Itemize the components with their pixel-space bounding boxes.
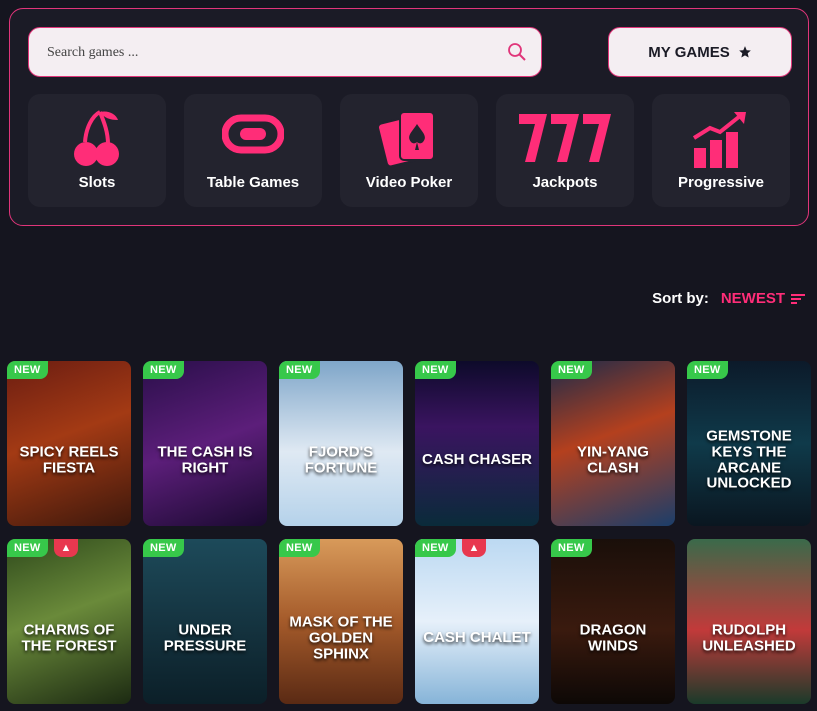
game-title: MASK OF THE GOLDEN SPHINX bbox=[289, 613, 393, 662]
game-tile[interactable]: CASH CHASER NEW bbox=[415, 361, 539, 526]
playing-cards-icon bbox=[378, 111, 435, 168]
game-title: CASH CHASER bbox=[421, 451, 532, 469]
game-tile[interactable]: THE CASH IS RIGHT NEW bbox=[143, 361, 267, 526]
category-label: Video Poker bbox=[365, 174, 453, 191]
game-title: CHARMS OF THE FOREST bbox=[21, 621, 117, 654]
sevens-icon bbox=[519, 114, 611, 162]
game-thumbnail bbox=[415, 539, 539, 704]
flame-icon: ▲ bbox=[54, 539, 78, 557]
category-table-games[interactable]: Table Games bbox=[184, 94, 322, 207]
search-icon[interactable] bbox=[507, 42, 527, 62]
category-video-poker[interactable]: Video Poker bbox=[340, 94, 478, 207]
game-tile[interactable]: YIN-YANG CLASH NEW bbox=[551, 361, 675, 526]
rising-bars-icon bbox=[692, 112, 746, 168]
new-badge: NEW bbox=[143, 361, 184, 379]
game-title: SPICY REELS FIESTA bbox=[19, 443, 119, 476]
sort-value: NEWEST bbox=[720, 290, 785, 307]
search-input[interactable] bbox=[47, 41, 487, 65]
game-title: DRAGON WINDS bbox=[579, 621, 647, 654]
search-box bbox=[28, 27, 542, 77]
game-tile[interactable]: SPICY REELS FIESTA NEW bbox=[7, 361, 131, 526]
table-icon bbox=[222, 114, 284, 154]
my-games-button[interactable]: MY GAMES bbox=[608, 27, 792, 77]
sort-dropdown[interactable]: NEWEST bbox=[721, 290, 805, 307]
game-tile[interactable]: UNDER PRESSURE NEW bbox=[143, 539, 267, 704]
game-title: CASH CHALET bbox=[423, 629, 531, 647]
game-tile[interactable]: RUDOLPH UNLEASHED bbox=[687, 539, 811, 704]
my-games-label: MY GAMES bbox=[648, 43, 730, 61]
category-label: Jackpots bbox=[532, 174, 598, 191]
sort-label: Sort by: bbox=[652, 290, 709, 307]
game-title: UNDER PRESSURE bbox=[163, 621, 247, 654]
sort-control: Sort by: NEWEST bbox=[652, 290, 805, 307]
game-title: THE CASH IS RIGHT bbox=[157, 443, 253, 476]
game-title: YIN-YANG CLASH bbox=[577, 443, 649, 476]
game-title: RUDOLPH UNLEASHED bbox=[702, 621, 796, 654]
new-badge: NEW bbox=[551, 361, 592, 379]
new-badge: NEW bbox=[687, 361, 728, 379]
new-badge: NEW bbox=[279, 539, 320, 557]
flame-icon: ▲ bbox=[462, 539, 486, 557]
game-thumbnail bbox=[415, 361, 539, 526]
category-jackpots[interactable]: Jackpots bbox=[496, 94, 634, 207]
category-label: Slots bbox=[78, 174, 116, 191]
game-tile[interactable]: CHARMS OF THE FOREST NEW ▲ bbox=[7, 539, 131, 704]
game-title: GEMSTONE KEYS THE ARCANE UNLOCKED bbox=[706, 427, 792, 492]
star-icon bbox=[738, 46, 751, 58]
category-slots[interactable]: Slots bbox=[28, 94, 166, 207]
game-tile[interactable]: GEMSTONE KEYS THE ARCANE UNLOCKED NEW bbox=[687, 361, 811, 526]
new-badge: NEW bbox=[279, 361, 320, 379]
game-tile[interactable]: MASK OF THE GOLDEN SPHINX NEW bbox=[279, 539, 403, 704]
cherries-icon bbox=[74, 110, 119, 166]
new-badge: NEW bbox=[415, 361, 456, 379]
game-title: FJORD'S FORTUNE bbox=[304, 443, 378, 476]
game-tile[interactable]: FJORD'S FORTUNE NEW bbox=[279, 361, 403, 526]
new-badge: NEW bbox=[7, 361, 48, 379]
category-label: Table Games bbox=[206, 174, 300, 191]
game-tile[interactable]: DRAGON WINDS NEW bbox=[551, 539, 675, 704]
new-badge: NEW bbox=[415, 539, 456, 557]
new-badge: NEW bbox=[7, 539, 48, 557]
sort-icon bbox=[791, 293, 805, 304]
game-tile[interactable]: CASH CHALET NEW ▲ bbox=[415, 539, 539, 704]
category-label: Progressive bbox=[678, 174, 764, 191]
new-badge: NEW bbox=[551, 539, 592, 557]
game-filter-panel: MY GAMES Slots Table Games Video Poker bbox=[9, 8, 809, 226]
category-progressive[interactable]: Progressive bbox=[652, 94, 790, 207]
new-badge: NEW bbox=[143, 539, 184, 557]
